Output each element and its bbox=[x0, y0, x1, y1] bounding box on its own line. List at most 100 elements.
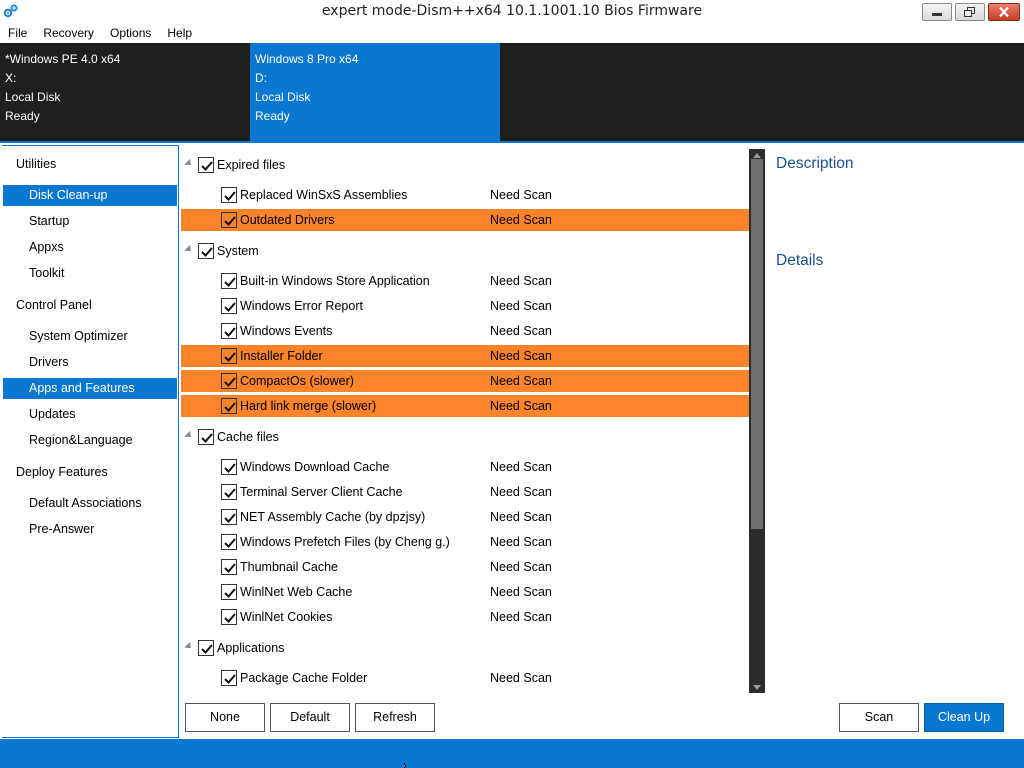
item-checkbox[interactable] bbox=[221, 509, 237, 525]
list-item[interactable]: NET Assembly Cache (by dpzjsy) Need Scan bbox=[181, 506, 749, 528]
sidebar-item-region-language[interactable]: Region&Language bbox=[3, 430, 177, 451]
item-status: Need Scan bbox=[490, 485, 552, 499]
description-panel: Description Details bbox=[766, 145, 1024, 693]
item-checkbox[interactable] bbox=[221, 323, 237, 339]
image-status: Ready bbox=[5, 109, 40, 123]
list-scrollbar[interactable] bbox=[749, 149, 765, 693]
list-item[interactable]: Windows Events Need Scan bbox=[181, 320, 749, 342]
expand-arrow-icon[interactable] bbox=[184, 158, 194, 169]
group-checkbox[interactable] bbox=[198, 243, 214, 259]
group-label: Expired files bbox=[217, 158, 286, 172]
list-item[interactable]: Windows Error Report Need Scan bbox=[181, 295, 749, 317]
scroll-up-arrow-icon[interactable] bbox=[753, 153, 761, 158]
scroll-down-arrow-icon[interactable] bbox=[753, 685, 761, 690]
none-button[interactable]: None bbox=[185, 703, 265, 732]
group-row[interactable]: Expired files bbox=[181, 154, 749, 176]
description-heading: Description bbox=[776, 155, 854, 172]
sidebar-item-system-optimizer[interactable]: System Optimizer bbox=[3, 326, 177, 347]
item-label: Hard link merge (slower) bbox=[240, 399, 377, 413]
list-item[interactable]: Hard link merge (slower) Need Scan bbox=[181, 395, 749, 417]
sidebar-item-apps-and-features[interactable]: Apps and Features bbox=[3, 378, 177, 399]
list-item[interactable]: Outdated Drivers Need Scan bbox=[181, 209, 749, 231]
sidebar-group-deploy-features: Deploy Features bbox=[16, 465, 108, 479]
list-item[interactable]: Windows Prefetch Files (by Cheng g.) Nee… bbox=[181, 531, 749, 553]
item-checkbox[interactable] bbox=[221, 670, 237, 686]
sidebar-item-drivers[interactable]: Drivers bbox=[3, 352, 177, 373]
group-checkbox[interactable] bbox=[198, 157, 214, 173]
checkmark-icon bbox=[224, 538, 236, 548]
scan-button[interactable]: Scan bbox=[839, 703, 919, 732]
image-name: *Windows PE 4.0 x64 bbox=[5, 52, 121, 66]
menu-help[interactable]: Help bbox=[159, 24, 200, 43]
item-checkbox[interactable] bbox=[221, 584, 237, 600]
list-item[interactable]: WinlNet Cookies Need Scan bbox=[181, 606, 749, 628]
menu-file[interactable]: File bbox=[0, 24, 35, 43]
sidebar-item-startup[interactable]: Startup bbox=[3, 211, 177, 232]
checkmark-icon bbox=[224, 402, 236, 412]
item-label: Terminal Server Client Cache bbox=[240, 485, 403, 499]
sidebar: Utilities Disk Clean-up Startup Appxs To… bbox=[2, 145, 179, 738]
item-label: NET Assembly Cache (by dpzjsy) bbox=[240, 510, 426, 524]
sidebar-item-appxs[interactable]: Appxs bbox=[3, 237, 177, 258]
list-item[interactable]: WinlNet Web Cache Need Scan bbox=[181, 581, 749, 603]
scroll-thumb[interactable] bbox=[751, 159, 763, 529]
item-status: Need Scan bbox=[490, 460, 552, 474]
item-checkbox[interactable] bbox=[221, 459, 237, 475]
minimize-icon bbox=[932, 13, 942, 16]
item-checkbox[interactable] bbox=[221, 559, 237, 575]
list-item[interactable]: Package Cache Folder Need Scan bbox=[181, 667, 749, 689]
clean-up-button[interactable]: Clean Up bbox=[924, 703, 1004, 732]
menu-options[interactable]: Options bbox=[102, 24, 159, 43]
list-item[interactable]: Thumbnail Cache Need Scan bbox=[181, 556, 749, 578]
close-button[interactable] bbox=[988, 3, 1020, 21]
sidebar-item-updates[interactable]: Updates bbox=[3, 404, 177, 425]
menu-recovery[interactable]: Recovery bbox=[35, 24, 102, 43]
group-row[interactable]: System bbox=[181, 240, 749, 262]
item-checkbox[interactable] bbox=[221, 212, 237, 228]
checkmark-icon bbox=[224, 513, 236, 523]
item-label: Thumbnail Cache bbox=[240, 560, 338, 574]
window-title: expert mode-Dism++x64 10.1.1001.10 Bios … bbox=[321, 3, 703, 19]
minimize-button[interactable] bbox=[922, 3, 952, 21]
list-item[interactable]: Terminal Server Client Cache Need Scan bbox=[181, 481, 749, 503]
group-row[interactable]: Cache files bbox=[181, 426, 749, 448]
item-checkbox[interactable] bbox=[221, 187, 237, 203]
checkmark-icon bbox=[201, 644, 213, 654]
restore-button[interactable] bbox=[955, 3, 985, 21]
item-checkbox[interactable] bbox=[221, 534, 237, 550]
item-label: Windows Download Cache bbox=[240, 460, 390, 474]
item-checkbox[interactable] bbox=[221, 609, 237, 625]
expand-arrow-icon[interactable] bbox=[184, 244, 194, 255]
item-checkbox[interactable] bbox=[221, 373, 237, 389]
item-label: Windows Error Report bbox=[240, 299, 363, 313]
checkmark-icon bbox=[201, 161, 213, 171]
item-checkbox[interactable] bbox=[221, 484, 237, 500]
image-tile-win8[interactable]: Windows 8 Pro x64 D: Local Disk Ready bbox=[250, 43, 500, 141]
item-checkbox[interactable] bbox=[221, 273, 237, 289]
sidebar-item-disk-clean-up[interactable]: Disk Clean-up bbox=[3, 185, 177, 206]
item-checkbox[interactable] bbox=[221, 298, 237, 314]
mouse-cursor-icon bbox=[404, 763, 407, 768]
default-button[interactable]: Default bbox=[270, 703, 350, 732]
checkmark-icon bbox=[224, 302, 236, 312]
expand-arrow-icon[interactable] bbox=[184, 430, 194, 441]
item-checkbox[interactable] bbox=[221, 348, 237, 364]
group-row[interactable]: Applications bbox=[181, 637, 749, 659]
item-checkbox[interactable] bbox=[221, 398, 237, 414]
list-item[interactable]: CompactOs (slower) Need Scan bbox=[181, 370, 749, 392]
item-label: WinlNet Web Cache bbox=[240, 585, 353, 599]
list-item[interactable]: Built-in Windows Store Application Need … bbox=[181, 270, 749, 292]
item-label: Outdated Drivers bbox=[240, 213, 335, 227]
refresh-button[interactable]: Refresh bbox=[355, 703, 435, 732]
image-tile-winpe[interactable]: *Windows PE 4.0 x64 X: Local Disk Ready bbox=[0, 43, 250, 141]
list-item[interactable]: Windows Download Cache Need Scan bbox=[181, 456, 749, 478]
sidebar-item-pre-answer[interactable]: Pre-Answer bbox=[3, 519, 177, 540]
sidebar-item-default-associations[interactable]: Default Associations bbox=[3, 493, 177, 514]
group-checkbox[interactable] bbox=[198, 429, 214, 445]
expand-arrow-icon[interactable] bbox=[184, 641, 194, 652]
group-checkbox[interactable] bbox=[198, 640, 214, 656]
item-label: Windows Prefetch Files (by Cheng g.) bbox=[240, 535, 450, 549]
sidebar-item-toolkit[interactable]: Toolkit bbox=[3, 263, 177, 284]
list-item[interactable]: Replaced WinSxS Assemblies Need Scan bbox=[181, 184, 749, 206]
list-item[interactable]: Installer Folder Need Scan bbox=[181, 345, 749, 367]
